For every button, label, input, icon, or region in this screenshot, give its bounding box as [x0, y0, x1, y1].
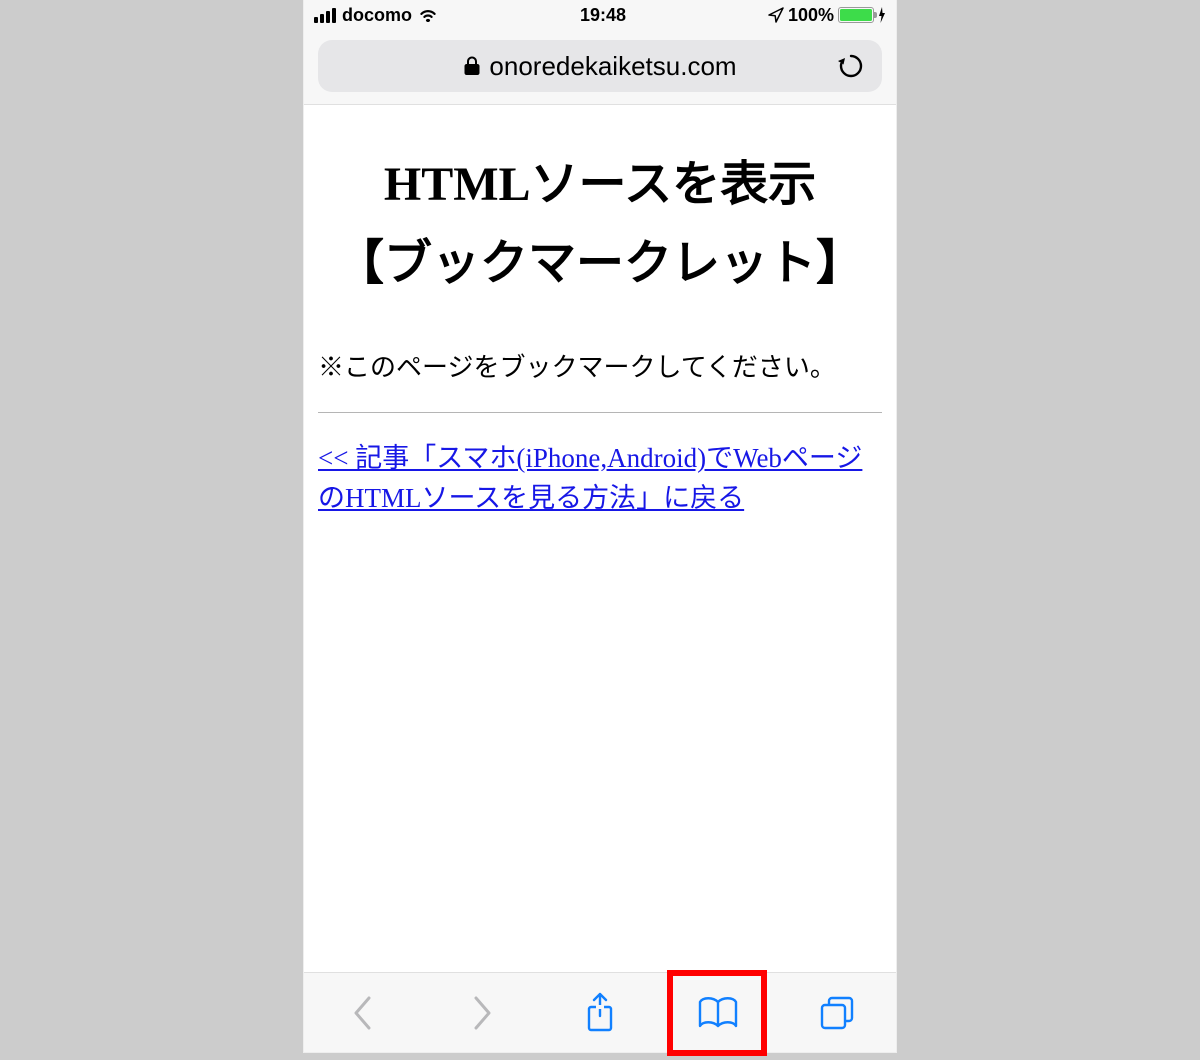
bottom-toolbar: [304, 972, 896, 1052]
charging-icon: [878, 7, 886, 23]
url-text: onoredekaiketsu.com: [463, 51, 736, 82]
carrier-label: docomo: [342, 5, 412, 26]
wifi-icon: [418, 8, 438, 23]
battery-percent: 100%: [788, 5, 834, 26]
share-button[interactable]: [576, 989, 624, 1037]
divider: [318, 412, 882, 413]
status-left: docomo: [314, 5, 438, 26]
location-icon: [768, 7, 784, 23]
address-bar[interactable]: onoredekaiketsu.com: [318, 40, 882, 92]
status-bar: docomo 19:48 100%: [304, 0, 896, 30]
phone-frame: docomo 19:48 100% onoredekaiketsu.com: [304, 0, 896, 1052]
tabs-button[interactable]: [813, 989, 861, 1037]
back-article-link[interactable]: << 記事「スマホ(iPhone,Android)でWebページのHTMLソース…: [318, 443, 862, 512]
share-icon: [584, 992, 616, 1034]
status-time: 19:48: [580, 5, 626, 26]
signal-bars-icon: [314, 8, 336, 23]
battery-icon: [838, 7, 874, 23]
tabs-icon: [818, 994, 856, 1032]
annotation-highlight: [667, 970, 767, 1056]
url-bar-area: onoredekaiketsu.com: [304, 30, 896, 105]
bookmark-note: ※このページをブックマークしてください。: [318, 347, 882, 384]
chevron-left-icon: [350, 994, 376, 1032]
title-line-1: HTMLソースを表示: [384, 158, 816, 211]
nav-back-button[interactable]: [339, 989, 387, 1037]
reload-button[interactable]: [836, 51, 866, 81]
page-content: HTMLソースを表示 【ブックマークレット】 ※このページをブックマークしてくだ…: [304, 105, 896, 972]
lock-icon: [463, 55, 481, 77]
nav-forward-button[interactable]: [458, 989, 506, 1037]
chevron-right-icon: [469, 994, 495, 1032]
url-domain: onoredekaiketsu.com: [489, 51, 736, 82]
title-line-2: 【ブックマークレット】: [336, 237, 864, 290]
page-title: HTMLソースを表示 【ブックマークレット】: [318, 145, 882, 303]
status-right: 100%: [768, 5, 886, 26]
